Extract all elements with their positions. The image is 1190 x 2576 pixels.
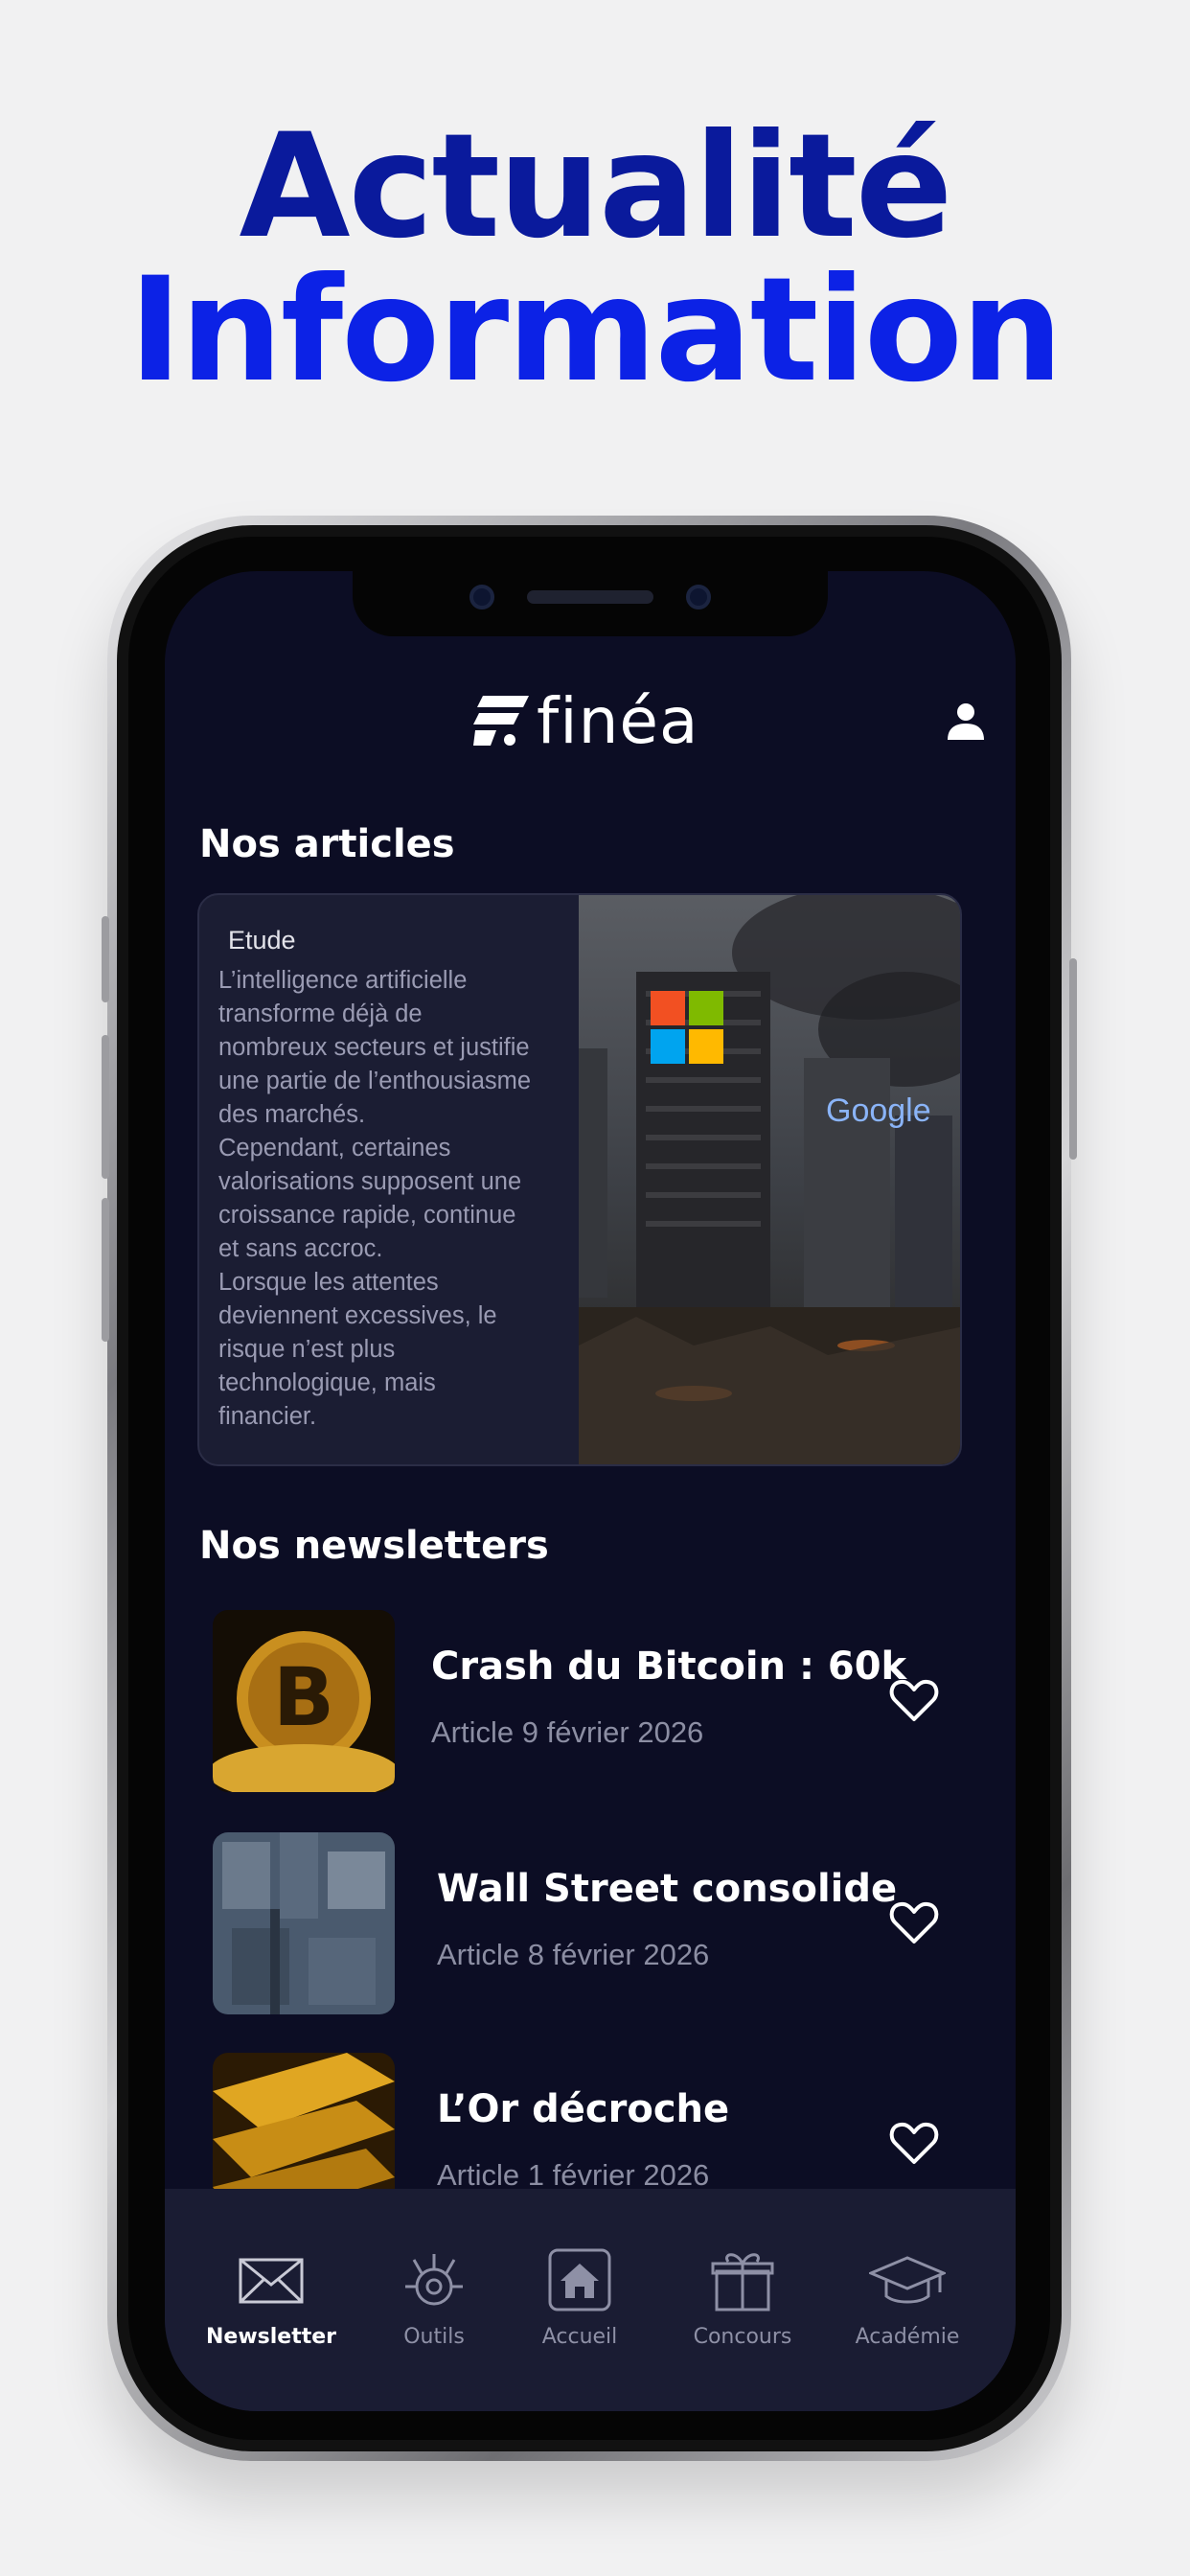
- favorite-heart-icon[interactable]: [889, 2120, 939, 2166]
- finea-logo[interactable]: finéa: [473, 680, 698, 761]
- home-icon: [548, 2248, 611, 2312]
- tab-academie[interactable]: Académie: [835, 2246, 979, 2349]
- bottom-tab-bar: Newsletter Outils Accueil Concours Acadé…: [165, 2189, 1016, 2411]
- newsletter-title: L’Or décroche: [437, 2087, 730, 2131]
- tab-outils[interactable]: Outils: [362, 2246, 506, 2349]
- tab-accueil[interactable]: Accueil: [508, 2246, 652, 2349]
- headline-line-2: Information: [128, 247, 1063, 414]
- phone-volume-up: [102, 1035, 109, 1179]
- phone-notch: [353, 571, 828, 636]
- newsletter-title: Crash du Bitcoin : 60k: [431, 1644, 907, 1689]
- app-screen: finéa Nos articles Etude L’intelligence …: [165, 571, 1016, 2411]
- article-card[interactable]: Etude L’intelligence artificielle transf…: [197, 893, 962, 1466]
- newsletter-date: Article 9 février 2026: [431, 1715, 704, 1749]
- articles-section-title: Nos articles: [199, 822, 455, 866]
- promo-headline: Actualité Information: [0, 115, 1190, 402]
- newsletters-section-title: Nos newsletters: [199, 1524, 549, 1568]
- phone-mute-switch: [102, 916, 109, 1002]
- favorite-heart-icon[interactable]: [889, 1677, 939, 1723]
- graduation-cap-icon: [869, 2256, 946, 2304]
- newsletter-item[interactable]: B Crash du Bitcoin : 60k Article 9 févri…: [213, 1610, 970, 1792]
- tab-label: Newsletter: [205, 2325, 337, 2349]
- phone-volume-down: [102, 1198, 109, 1342]
- logo-text: finéa: [537, 683, 699, 758]
- tab-newsletter[interactable]: Newsletter: [199, 2246, 343, 2349]
- newsletter-date: Article 1 février 2026: [437, 2158, 710, 2192]
- envelope-icon: [239, 2258, 304, 2304]
- tab-label: Concours: [693, 2325, 792, 2349]
- newsletter-date: Article 8 février 2026: [437, 1938, 710, 1971]
- phone-power-button: [1069, 958, 1077, 1160]
- finea-logo-mark-icon: [473, 696, 529, 746]
- tab-label: Académie: [855, 2325, 960, 2349]
- tab-label: Accueil: [541, 2325, 618, 2349]
- user-profile-icon[interactable]: [945, 700, 987, 742]
- google-sign-text: Google: [826, 1092, 931, 1129]
- bitcoin-thumbnail: B: [213, 1610, 395, 1792]
- newsletter-title: Wall Street consolide: [437, 1867, 898, 1911]
- svg-text:B: B: [273, 1650, 334, 1744]
- app-header: finéa: [165, 677, 1016, 765]
- gift-icon: [711, 2253, 774, 2312]
- tab-concours[interactable]: Concours: [671, 2246, 814, 2349]
- article-tag: Etude: [228, 926, 296, 954]
- tools-icon: [405, 2254, 463, 2306]
- tab-label: Outils: [403, 2325, 465, 2349]
- newsletter-item[interactable]: Wall Street consolide Article 8 février …: [213, 1832, 970, 2014]
- favorite-heart-icon[interactable]: [889, 1899, 939, 1945]
- article-image: Google: [579, 895, 960, 1464]
- city-aerial-thumbnail: [213, 1832, 395, 2014]
- headline-line-1: Actualité: [239, 104, 953, 270]
- article-excerpt: L’intelligence artificielle transforme d…: [218, 967, 532, 1430]
